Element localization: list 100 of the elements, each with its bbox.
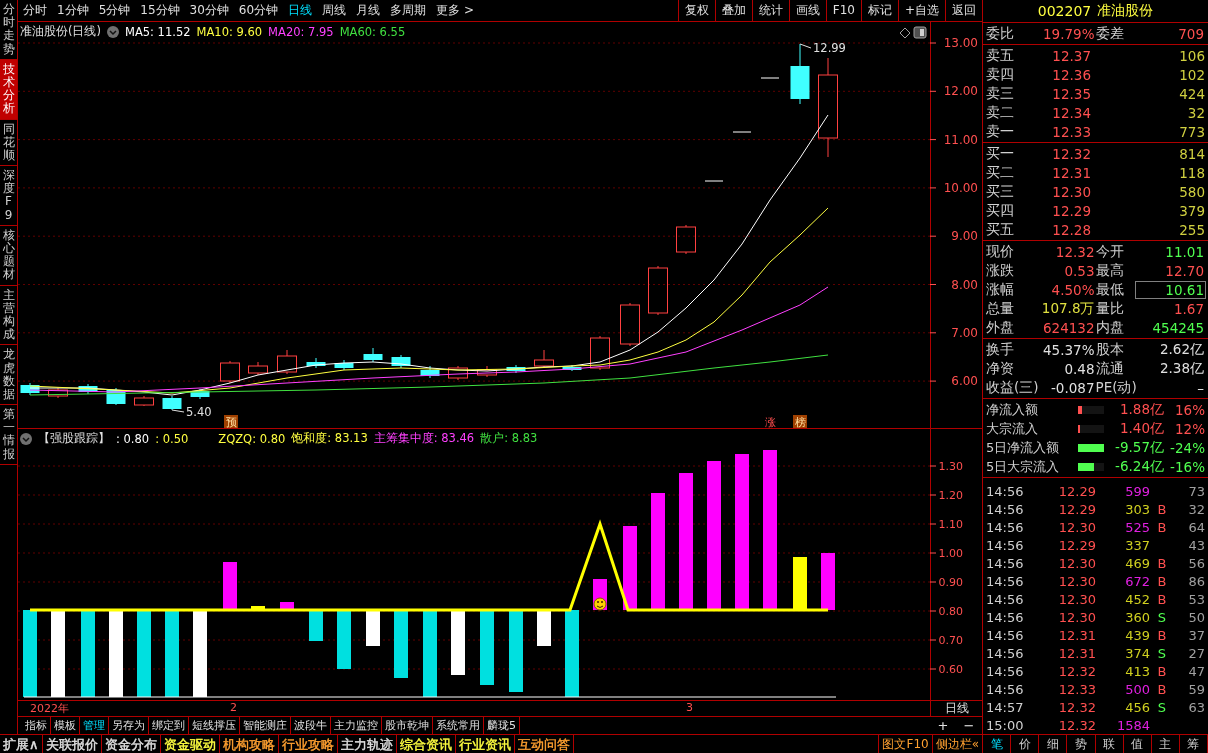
marker-label: 涨 [764,416,776,428]
indicator-tab[interactable]: 另存为 [109,717,149,734]
period-tab[interactable]: 5分钟 [93,2,136,19]
sidebar-tab[interactable]: 第一情报 [0,405,17,465]
toolbar-button[interactable]: 画线 [788,0,826,21]
trade-price: 12.32 [1057,699,1096,715]
bottom-tab[interactable]: 行业攻略 [278,735,338,753]
bottom-tab[interactable]: 资金驱动 [160,735,220,753]
bottom-tab[interactable]: 关联报价 [42,735,102,753]
candlestick [277,349,297,375]
trade-count: 73 [1188,483,1205,499]
date-axis-label: 2 [230,701,237,714]
quote-value: 107.8万 [1040,299,1096,318]
period-tab[interactable]: 15分钟 [135,2,185,19]
price-axis-label: 11.00 [943,132,978,147]
marker-badge: 榜 [793,415,807,428]
trade-volume: 337 [1124,537,1150,553]
period-tab[interactable]: 更多 > [431,2,479,19]
candlestick [732,131,752,133]
trade-count: 86 [1188,573,1205,589]
indicator-axis-label: 0.80 [938,605,963,618]
candlestick [363,347,383,363]
detail-tab[interactable]: 笔 [983,735,1012,753]
indicator-tab[interactable]: 智能测庄 [240,717,291,734]
indicator-tab[interactable]: 系统常用 [433,717,484,734]
bottom-tab[interactable]: 扩展∧ [0,735,43,753]
indicator-tab[interactable]: 绑定到 [149,717,189,734]
zoom-button[interactable]: + [930,717,956,734]
trade-side: S [1157,609,1167,625]
bottom-button[interactable]: 图文F10 [878,735,932,753]
moving-average-value: MA20: 7.95 [268,24,334,39]
bottom-tab[interactable]: 互动问答 [514,735,574,753]
period-tab[interactable]: 日线 [283,2,318,19]
indicator-bar [821,553,835,610]
bottom-tab[interactable]: 主力轨迹 [337,735,397,753]
toolbar-button[interactable]: 标记 [860,0,898,21]
period-tab[interactable]: 周线 [317,2,352,19]
detail-tab[interactable]: 值 [1123,735,1152,753]
candlestick [620,302,640,347]
flow-label: 大宗流入 [986,419,1039,438]
toolbar-button[interactable]: 复权 [677,0,715,21]
zoom-button[interactable]: − [956,717,982,734]
sidebar-tab[interactable]: 主营构成 [0,285,17,346]
trade-price: 12.31 [1057,645,1096,661]
chart-title: 准油股份(日线) [20,24,101,39]
toolbar-button[interactable]: F10 [825,0,861,21]
trade-side: B [1157,681,1167,697]
bottom-button[interactable]: 侧边栏« [931,735,982,753]
indicator-tab[interactable]: 波段牛 [291,717,331,734]
toolbar-button[interactable]: 统计 [751,0,789,21]
order-level-label: 买四 [986,201,1015,220]
period-tab[interactable]: 1分钟 [52,2,94,19]
bottom-tab[interactable]: 行业资讯 [455,735,515,753]
sidebar-tab[interactable]: 分时走势 [0,0,17,60]
period-tab[interactable]: 30分钟 [184,2,234,19]
order-price: 12.36 [1051,66,1091,83]
indicator-axis-label: 0.70 [938,634,963,647]
detail-tab[interactable]: 细 [1039,735,1068,753]
bottom-tab[interactable]: 机构攻略 [219,735,279,753]
price-axis-label: 6.00 [951,374,978,389]
bottom-tab[interactable]: 资金分布 [101,735,161,753]
sidebar-tab[interactable]: 深度F9 [0,166,17,226]
trade-time: 14:56 [986,645,1025,661]
detail-tab[interactable]: 势 [1067,735,1096,753]
period-tab[interactable]: 月线 [351,2,386,19]
detail-tab[interactable]: 价 [1011,735,1040,753]
indicator-bar [251,606,265,610]
indicator-bar [337,610,351,669]
period-tab[interactable]: 分时 [18,2,52,19]
sidebar-tab[interactable]: 技术分析 [0,59,17,120]
period-tab[interactable]: 60分钟 [233,2,284,19]
indicator-tab[interactable]: 股市乾坤 [382,717,433,734]
period-tab[interactable]: 多周期 [385,2,432,19]
sidebar-tab[interactable]: 核心题材 [0,225,17,286]
trade-volume: 1584 [1115,717,1150,733]
quote-label: 委差 [1095,24,1125,43]
trade-time: 14:57 [986,699,1025,715]
detail-tab[interactable]: 筹 [1179,735,1208,753]
chevron-icon[interactable] [107,25,119,38]
quote-label: 收益(三) [986,378,1039,397]
trade-price: 12.30 [1057,519,1096,535]
indicator-tab[interactable]: 管理 [80,717,109,734]
sidebar-tab[interactable]: 龙虎数据 [0,345,17,406]
chevron-icon[interactable] [20,432,32,445]
toolbar-button[interactable]: +自选 [897,0,945,21]
bottom-tab[interactable]: 综合资讯 [396,735,456,753]
toolbar-button[interactable]: 返回 [945,0,982,21]
sidebar-tab[interactable]: 同花顺 [0,119,17,167]
indicator-tab[interactable]: 短线撑压 [189,717,240,734]
quote-value: 45.37% [1042,341,1096,358]
detail-tab[interactable]: 主 [1151,735,1180,753]
candlestick [534,349,554,369]
quote-value: 624132 [1041,319,1096,336]
indicator-tab[interactable]: 指标 [22,717,51,734]
indicator-tab[interactable]: 主力监控 [331,717,382,734]
detail-tab[interactable]: 联 [1095,735,1124,753]
indicator-tab[interactable]: 模板 [51,717,80,734]
toolbar-button[interactable]: 叠加 [714,0,752,21]
panel-toggle-icon[interactable] [913,26,927,39]
indicator-tab[interactable]: 麟珑5 [484,717,520,734]
